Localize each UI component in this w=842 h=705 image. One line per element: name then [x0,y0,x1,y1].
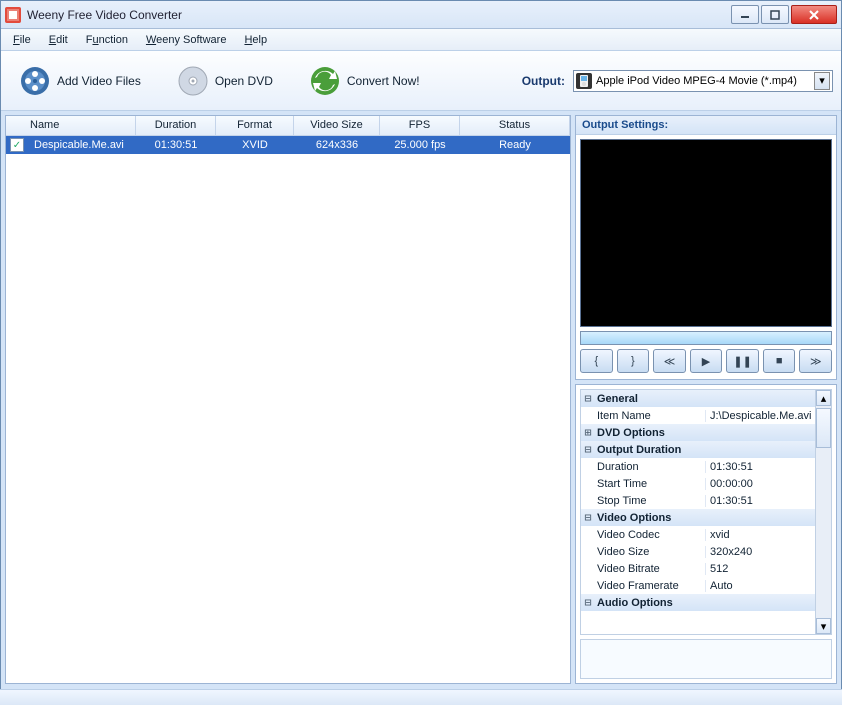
title-bar: Weeny Free Video Converter [1,1,841,29]
dvd-icon [177,65,209,97]
properties-scrollbar[interactable]: ▴ ▾ [815,390,831,634]
prop-video-framerate[interactable]: Video Framerate Auto [581,577,815,594]
window-controls [731,5,837,24]
output-label: Output: [522,74,565,88]
prop-item-name[interactable]: Item Name J:\Despicable.Me.avi [581,407,815,424]
maximize-button[interactable] [761,5,789,24]
file-status-cell: Ready [460,137,570,153]
file-duration-cell: 01:30:51 [136,137,216,153]
triangle-up-icon: ▴ [821,392,827,405]
output-section: Output: Apple iPod Video MPEG-4 Movie (*… [522,70,833,92]
close-button[interactable] [791,5,837,24]
prop-start-time[interactable]: Start Time 00:00:00 [581,475,815,492]
col-video-size[interactable]: Video Size [294,116,380,135]
menu-file[interactable]: File [5,32,39,48]
file-name-cell: Despicable.Me.avi [28,137,136,153]
main-area: Name Duration Format Video Size FPS Stat… [1,111,841,688]
property-description [580,639,832,679]
stop-button[interactable]: ■ [763,349,796,373]
prop-group-video-options[interactable]: ⊟ Video Options [581,509,815,526]
col-fps[interactable]: FPS [380,116,460,135]
menu-weeny-software[interactable]: Weeny Software [138,32,235,48]
collapse-icon[interactable]: ⊟ [581,511,595,524]
media-controls: { } ≪ ▶ ❚❚ ■ ≫ [580,349,832,373]
window-title: Weeny Free Video Converter [27,8,731,22]
open-dvd-button[interactable]: Open DVD [167,61,283,101]
menu-edit[interactable]: Edit [41,32,76,48]
play-button[interactable]: ▶ [690,349,723,373]
properties-panel: ⊟ General Item Name J:\Despicable.Me.avi… [575,384,837,684]
output-format-text: Apple iPod Video MPEG-4 Movie (*.mp4) [596,75,814,87]
menu-function[interactable]: Function [78,32,136,48]
toolbar: Add Video Files Open DVD Convert Now! Ou… [1,51,841,111]
menu-help[interactable]: Help [236,32,275,48]
prop-video-size[interactable]: Video Size 320x240 [581,543,815,560]
mark-in-button[interactable]: { [580,349,613,373]
scroll-track[interactable] [816,448,831,618]
prop-stop-time[interactable]: Stop Time 01:30:51 [581,492,815,509]
ipod-icon [576,73,592,89]
collapse-icon[interactable]: ⊟ [581,443,595,456]
col-name[interactable]: Name [6,116,136,135]
properties-grid: ⊟ General Item Name J:\Despicable.Me.avi… [580,389,832,635]
triangle-down-icon: ▾ [821,620,827,633]
status-bar [0,689,842,705]
right-panel: Output Settings: { } ≪ ▶ ❚❚ ■ ≫ ⊟ Genera… [575,115,837,684]
prop-video-bitrate[interactable]: Video Bitrate 512 [581,560,815,577]
open-dvd-label: Open DVD [215,74,273,88]
file-fps-cell: 25.000 fps [380,137,460,153]
output-settings-box: Output Settings: { } ≪ ▶ ❚❚ ■ ≫ [575,115,837,380]
output-format-select[interactable]: Apple iPod Video MPEG-4 Movie (*.mp4) ▾ [573,70,833,92]
prop-group-audio-options[interactable]: ⊟ Audio Options [581,594,815,611]
chevron-down-icon: ▾ [819,74,825,87]
output-settings-title: Output Settings: [576,116,836,135]
collapse-icon[interactable]: ⊟ [581,392,595,405]
prop-group-dvd-options[interactable]: ⊞ DVD Options [581,424,815,441]
convert-label: Convert Now! [347,74,420,88]
expand-icon[interactable]: ⊞ [581,426,595,439]
file-size-cell: 624x336 [294,137,380,153]
film-reel-icon [19,65,51,97]
prop-duration[interactable]: Duration 01:30:51 [581,458,815,475]
collapse-icon[interactable]: ⊟ [581,596,595,609]
add-video-files-button[interactable]: Add Video Files [9,61,151,101]
video-preview [580,139,832,327]
pause-button[interactable]: ❚❚ [726,349,759,373]
scroll-up-button[interactable]: ▴ [816,390,831,406]
file-list-header: Name Duration Format Video Size FPS Stat… [6,116,570,136]
prop-group-output-duration[interactable]: ⊟ Output Duration [581,441,815,458]
preview-progress[interactable] [580,331,832,345]
col-duration[interactable]: Duration [136,116,216,135]
add-video-label: Add Video Files [57,74,141,88]
rewind-button[interactable]: ≪ [653,349,686,373]
file-format-cell: XVID [216,137,294,153]
scroll-thumb[interactable] [816,408,831,448]
mark-out-button[interactable]: } [617,349,650,373]
menu-bar: File Edit Function Weeny Software Help [1,29,841,51]
convert-now-button[interactable]: Convert Now! [299,61,430,101]
file-list-panel: Name Duration Format Video Size FPS Stat… [5,115,571,684]
col-format[interactable]: Format [216,116,294,135]
forward-button[interactable]: ≫ [799,349,832,373]
file-row[interactable]: ✓ Despicable.Me.avi 01:30:51 XVID 624x33… [6,136,570,154]
minimize-button[interactable] [731,5,759,24]
app-icon [5,7,21,23]
prop-video-codec[interactable]: Video Codec xvid [581,526,815,543]
properties-list: ⊟ General Item Name J:\Despicable.Me.avi… [581,390,815,634]
col-status[interactable]: Status [460,116,570,135]
prop-group-general[interactable]: ⊟ General [581,390,815,407]
dropdown-button[interactable]: ▾ [814,72,830,90]
file-checkbox[interactable]: ✓ [10,138,24,152]
scroll-down-button[interactable]: ▾ [816,618,831,634]
convert-icon [309,65,341,97]
